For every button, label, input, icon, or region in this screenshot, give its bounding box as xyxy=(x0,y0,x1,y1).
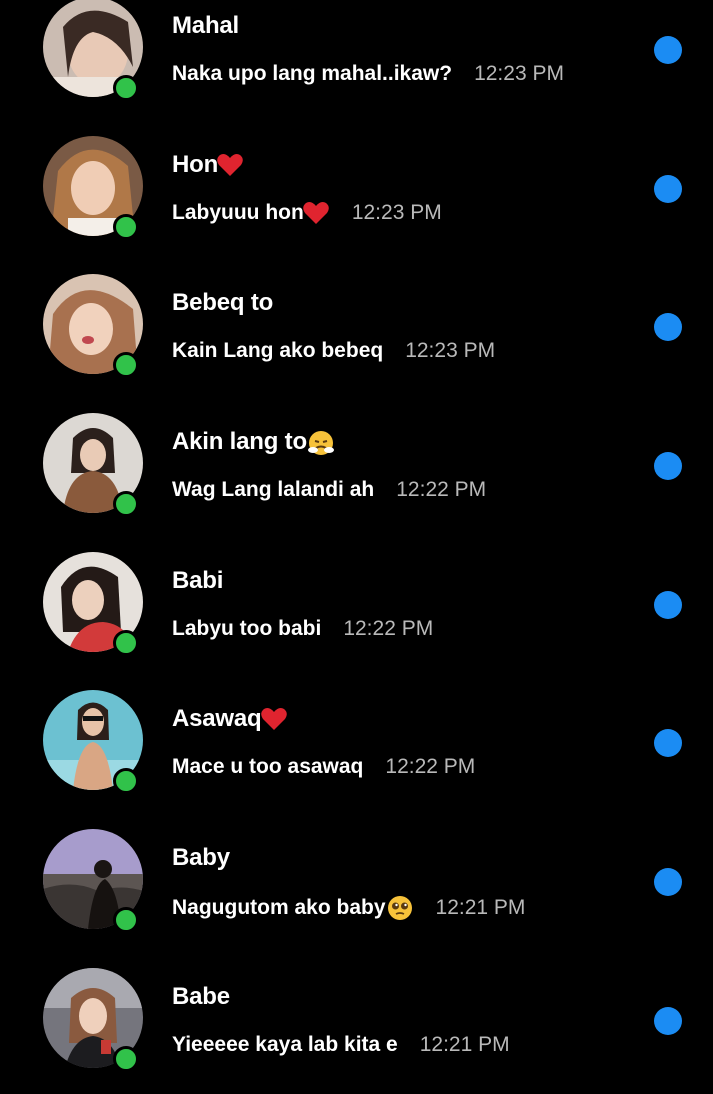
message-preview: Wag Lang lalandi ah 12:22 PM xyxy=(172,478,486,502)
chat-row-babi[interactable]: Babi Labyu too babi 12:22 PM xyxy=(0,539,713,678)
unread-indicator-icon xyxy=(654,174,682,203)
message-preview: Naka upo lang mahal..ikaw? 12:23 PM xyxy=(172,62,564,86)
contact-name: Babi xyxy=(172,566,224,594)
avatar[interactable] xyxy=(43,135,143,240)
chat-row-akin-lang-to[interactable]: Akin lang to Wag Lang lalandi ah 12:22 P… xyxy=(0,400,713,539)
contact-name: Akin lang to xyxy=(172,428,335,456)
chat-row-asawaq[interactable]: Asawaq Mace u too asawaq 12:22 PM xyxy=(0,677,713,816)
avatar[interactable] xyxy=(43,0,143,101)
chat-row-mahal[interactable]: Mahal Naka upo lang mahal..ikaw? 12:23 P… xyxy=(0,0,713,123)
message-preview: Yieeeee kaya lab kita e 12:21 PM xyxy=(172,1033,510,1057)
avatar[interactable] xyxy=(43,829,143,934)
chat-list: Mahal Naka upo lang mahal..ikaw? 12:23 P… xyxy=(0,0,713,1094)
message-text: Labyu too babi xyxy=(172,616,322,640)
contact-name: Baby xyxy=(172,844,230,872)
contact-name: Hon xyxy=(172,151,244,179)
message-preview: Labyu too babi 12:22 PM xyxy=(172,617,433,641)
contact-name: Bebeq to xyxy=(172,289,274,317)
unread-indicator-icon xyxy=(654,868,682,897)
avatar[interactable] xyxy=(43,551,143,656)
message-preview: Kain Lang ako bebeq 12:23 PM xyxy=(172,339,495,363)
online-status-dot xyxy=(113,491,139,518)
contact-name: Asawaq xyxy=(172,705,288,733)
avatar[interactable] xyxy=(43,413,143,518)
message-text: Nagugutom ako baby xyxy=(172,896,386,920)
pleading-face-icon xyxy=(387,896,412,921)
message-time: 12:21 PM xyxy=(435,896,526,920)
message-preview: Labyuuu hon 12:23 PM xyxy=(172,201,442,225)
message-time: 12:23 PM xyxy=(474,62,564,85)
chat-row-hon[interactable]: Hon Labyuuu hon 12:23 PM xyxy=(0,123,713,262)
steaming-face-icon xyxy=(307,431,334,456)
unread-indicator-icon xyxy=(654,729,682,758)
message-preview: Nagugutom ako baby 12:21 PM xyxy=(172,894,525,922)
message-time: 12:22 PM xyxy=(343,616,434,640)
message-text: Yieeeee kaya lab kita e xyxy=(172,1032,398,1056)
chat-row-bebeq-to[interactable]: Bebeq to Kain Lang ako bebeq 12:23 PM xyxy=(0,261,713,400)
chat-row-babe[interactable]: Babe Yieeeee kaya lab kita e 12:21 PM xyxy=(0,955,713,1094)
online-status-dot xyxy=(113,629,139,656)
contact-name: Babe xyxy=(172,982,230,1010)
avatar[interactable] xyxy=(43,274,143,379)
message-text: Labyuuu hon xyxy=(172,200,304,224)
red-heart-icon xyxy=(303,201,329,224)
online-status-dot xyxy=(113,1045,139,1072)
unread-indicator-icon xyxy=(654,36,682,64)
message-time: 12:23 PM xyxy=(351,200,442,224)
unread-indicator-icon xyxy=(654,313,682,342)
online-status-dot xyxy=(113,75,139,101)
message-text: Kain Lang ako bebeq xyxy=(172,339,384,363)
red-heart-icon xyxy=(217,153,243,176)
message-time: 12:21 PM xyxy=(419,1032,510,1056)
message-time: 12:22 PM xyxy=(385,755,476,779)
unread-indicator-icon xyxy=(654,590,682,619)
message-text: Wag Lang lalandi ah xyxy=(172,478,375,502)
online-status-dot xyxy=(113,768,139,795)
avatar[interactable] xyxy=(43,967,143,1072)
message-preview: Mace u too asawaq 12:22 PM xyxy=(172,755,475,779)
online-status-dot xyxy=(113,907,139,934)
message-text: Mace u too asawaq xyxy=(172,755,364,779)
red-heart-icon xyxy=(260,708,287,731)
contact-name: Mahal xyxy=(172,12,240,39)
message-time: 12:22 PM xyxy=(396,478,487,502)
message-text: Naka upo lang mahal..ikaw? xyxy=(172,62,453,85)
online-status-dot xyxy=(113,213,139,240)
message-time: 12:23 PM xyxy=(405,339,496,363)
unread-indicator-icon xyxy=(654,1006,682,1035)
online-status-dot xyxy=(113,352,139,379)
unread-indicator-icon xyxy=(654,452,682,481)
avatar[interactable] xyxy=(43,690,143,795)
chat-row-baby[interactable]: Baby Nagugutom ako baby 12:21 PM xyxy=(0,816,713,955)
